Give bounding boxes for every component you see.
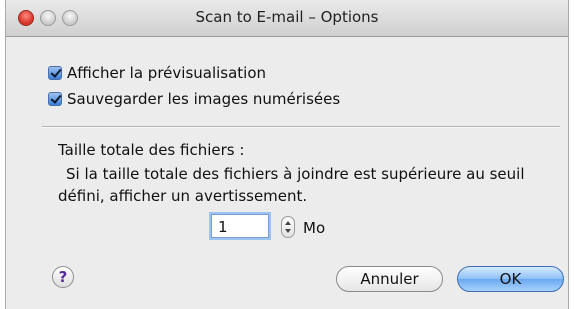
ok-button[interactable]: OK [457, 266, 564, 292]
show-preview-option[interactable]: Afficher la prévisualisation [48, 63, 266, 83]
section-divider [42, 126, 560, 128]
save-images-label[interactable]: Sauvegarder les images numérisées [67, 90, 340, 108]
file-size-heading: Taille totale des fichiers : [58, 141, 245, 159]
save-images-checkbox[interactable] [48, 92, 62, 106]
file-size-stepper[interactable] [281, 216, 295, 238]
stepper-up-arrow-icon[interactable] [285, 221, 291, 225]
show-preview-checkbox[interactable] [48, 66, 62, 80]
help-button[interactable]: ? [52, 266, 74, 288]
cancel-button[interactable]: Annuler [336, 266, 443, 292]
show-preview-label[interactable]: Afficher la prévisualisation [67, 64, 266, 82]
file-size-description-line2: défini, afficher un avertissement. [58, 187, 308, 205]
window-title: Scan to E-mail – Options [195, 8, 379, 26]
file-size-unit: Mo [303, 219, 326, 237]
file-size-description: Si la taille totale des fichiers à joind… [58, 163, 558, 207]
file-size-input[interactable]: 1 [211, 214, 269, 238]
file-size-description-line1: Si la taille totale des fichiers à joind… [66, 165, 525, 183]
options-dialog: Scan to E-mail – Options Afficher la pré… [5, 0, 569, 309]
title-bar: Scan to E-mail – Options [6, 0, 568, 37]
save-images-option[interactable]: Sauvegarder les images numérisées [48, 89, 340, 109]
stepper-down-arrow-icon[interactable] [285, 229, 291, 233]
